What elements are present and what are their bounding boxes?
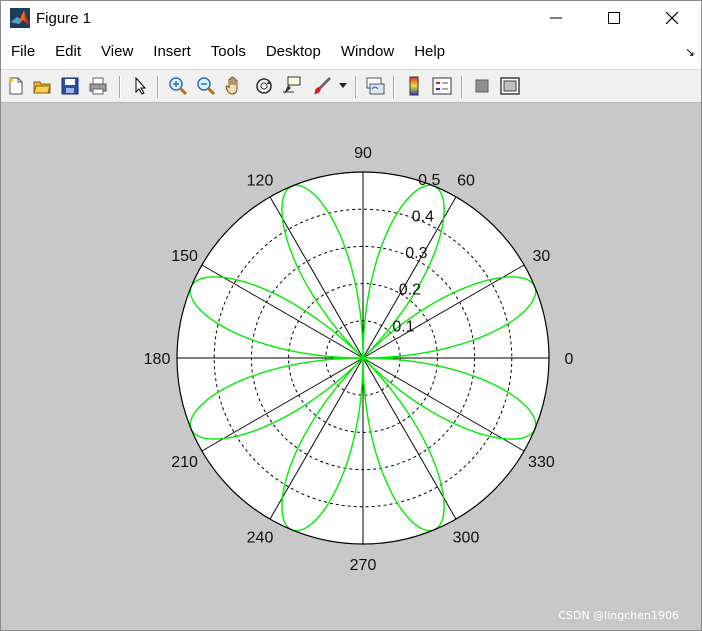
minimize-icon: [550, 17, 562, 19]
toolbar-separator: [355, 76, 357, 98]
zoom-out-button[interactable]: [195, 75, 217, 97]
menu-window[interactable]: Window: [331, 35, 404, 69]
brush-dropdown-icon: [339, 83, 347, 88]
save-button[interactable]: [59, 75, 81, 97]
theta-tick-label: 0: [565, 351, 574, 368]
theta-tick-label: 120: [247, 173, 274, 190]
theta-tick-label: 330: [528, 454, 555, 471]
theta-tick-label: 30: [533, 248, 551, 265]
window-title: Figure 1: [36, 9, 92, 27]
polar-plot[interactable]: 0 30 60 90 120 150 180 210 240 270 300 330 0.1 0.2 0.3…: [1, 103, 701, 630]
radius-tick-label: 0.5: [418, 172, 440, 189]
zoom-in-icon: [169, 77, 188, 96]
hide-plot-tools-button[interactable]: [471, 75, 493, 97]
radius-tick-label: 0.4: [412, 208, 434, 225]
theta-tick-label: 210: [171, 454, 198, 471]
menu-bar: File Edit View Insert Tools Desktop Wind…: [1, 35, 701, 69]
show-plot-tools-icon: [500, 77, 520, 95]
menu-edit[interactable]: Edit: [45, 35, 91, 69]
figure-window: Figure 1 File Edit View Insert Tools Des…: [0, 0, 702, 631]
zoom-out-icon: [197, 77, 216, 96]
insert-legend-button[interactable]: [431, 75, 453, 97]
link-plot-icon: [366, 77, 385, 95]
close-button[interactable]: [643, 1, 701, 35]
menu-help[interactable]: Help: [404, 35, 455, 69]
title-bar[interactable]: Figure 1: [1, 1, 701, 35]
theta-tick-label: 300: [453, 529, 480, 546]
toolbar-separator: [119, 76, 121, 98]
hide-plot-tools-icon: [475, 79, 489, 93]
menu-view[interactable]: View: [91, 35, 143, 69]
zoom-in-button[interactable]: [167, 75, 189, 97]
theta-tick-label: 240: [247, 529, 274, 546]
close-icon: [666, 12, 678, 24]
theta-tick-label: 150: [171, 248, 198, 265]
menu-insert[interactable]: Insert: [143, 35, 201, 69]
insert-colorbar-button[interactable]: [403, 75, 425, 97]
menu-desktop[interactable]: Desktop: [256, 35, 331, 69]
link-plot-button[interactable]: [364, 75, 386, 97]
show-plot-tools-button[interactable]: [499, 75, 521, 97]
insert-legend-icon: [432, 77, 452, 95]
menu-file[interactable]: File: [1, 35, 45, 69]
rotate-3d-icon: [256, 78, 272, 94]
maximize-icon: [608, 12, 620, 24]
print-button[interactable]: [87, 75, 109, 97]
insert-colorbar-icon: [409, 76, 419, 96]
theta-tick-label: 90: [354, 145, 372, 162]
maximize-button[interactable]: [585, 1, 643, 35]
open-file-icon: [33, 81, 51, 94]
edit-plot-arrow-icon: [135, 77, 147, 95]
toolbar-separator: [461, 76, 463, 98]
theta-tick-label: 180: [144, 351, 171, 368]
theta-tick-label: 60: [457, 173, 475, 190]
dock-figure-icon[interactable]: ↘: [685, 45, 695, 59]
figure-canvas[interactable]: 0 30 60 90 120 150 180 210 240 270 300 330 0.1 0.2 0.3…: [1, 103, 701, 630]
brush-dropdown-button[interactable]: [337, 75, 349, 97]
radius-tick-label: 0.2: [399, 282, 421, 299]
print-icon: [89, 77, 107, 95]
brush-button[interactable]: [311, 75, 333, 97]
save-icon: [61, 77, 79, 95]
rotate-3d-button[interactable]: [253, 75, 275, 97]
radius-tick-label: 0.1: [392, 318, 414, 335]
menu-tools[interactable]: Tools: [201, 35, 256, 69]
radius-tick-label: 0.3: [405, 245, 427, 262]
toolbar-separator: [393, 76, 395, 98]
minimize-button[interactable]: [527, 1, 585, 35]
theta-tick-label: 270: [350, 557, 377, 574]
edit-plot-button[interactable]: [129, 75, 151, 97]
new-figure-icon: [9, 77, 23, 95]
pan-hand-icon: [225, 76, 238, 95]
open-file-button[interactable]: [31, 75, 53, 97]
figure-toolbar: [1, 69, 701, 103]
data-cursor-icon: [283, 76, 301, 94]
matlab-logo-icon: [10, 8, 30, 28]
pan-button[interactable]: [223, 75, 245, 97]
new-figure-button[interactable]: [5, 75, 27, 97]
watermark-text: CSDN @lingchen1906: [558, 609, 679, 622]
brush-icon: [314, 77, 331, 94]
data-cursor-button[interactable]: [281, 75, 303, 97]
toolbar-separator: [157, 76, 159, 98]
